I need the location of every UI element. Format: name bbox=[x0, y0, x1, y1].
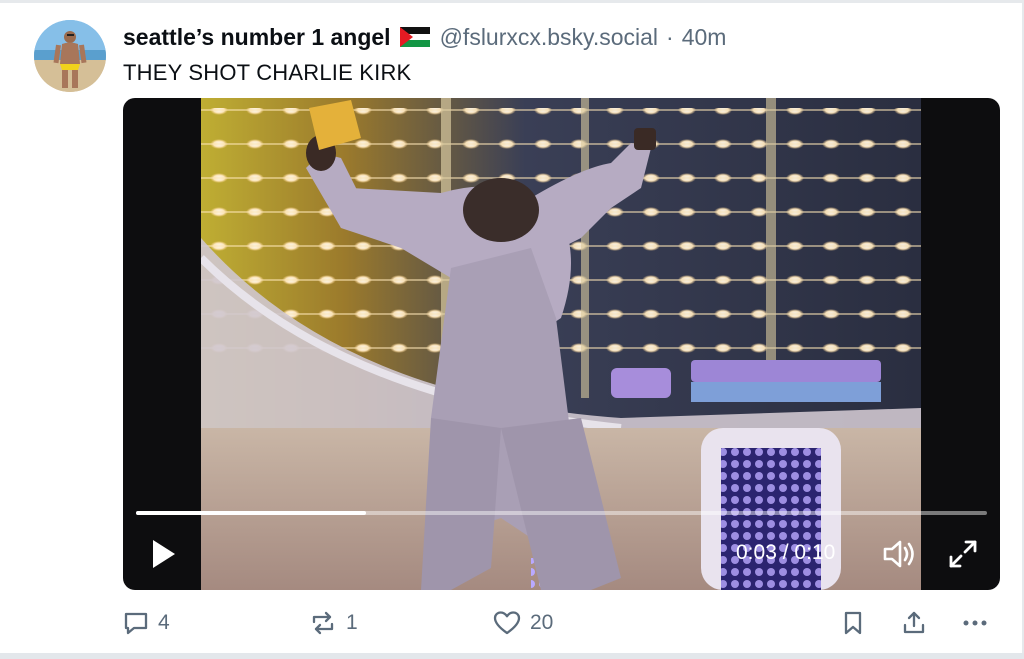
repost-icon bbox=[312, 611, 334, 635]
top-divider bbox=[0, 0, 1024, 3]
like-icon bbox=[493, 611, 521, 635]
post-header: seattle’s number 1 angel @fslurxcx.bsky.… bbox=[123, 22, 726, 52]
duration: 0:10 bbox=[794, 541, 836, 564]
current-time: 0:03 bbox=[736, 541, 777, 564]
avatar[interactable] bbox=[34, 20, 106, 92]
repost-count: 1 bbox=[346, 611, 358, 634]
mute-button[interactable] bbox=[881, 536, 919, 572]
separator-dot: · bbox=[666, 23, 674, 50]
post-text: THEY SHOT CHARLIE KIRK bbox=[123, 60, 412, 85]
reply-icon bbox=[124, 612, 148, 635]
reply-button[interactable]: 4 bbox=[122, 603, 170, 643]
like-button[interactable]: 20 bbox=[492, 603, 553, 643]
display-name[interactable]: seattle’s number 1 angel bbox=[123, 24, 391, 51]
progress-bar[interactable] bbox=[136, 511, 987, 515]
post-actions: 4 1 20 bbox=[0, 603, 1024, 643]
fullscreen-button[interactable] bbox=[945, 536, 981, 572]
play-icon bbox=[153, 540, 175, 568]
palestine-flag-icon bbox=[399, 27, 430, 47]
fullscreen-icon bbox=[949, 540, 977, 568]
share-icon bbox=[903, 611, 925, 634]
reply-count: 4 bbox=[158, 611, 170, 634]
share-button[interactable] bbox=[900, 603, 928, 643]
speaker-icon bbox=[883, 540, 914, 568]
video-player[interactable]: 0:03 / 0:10 bbox=[123, 98, 1000, 590]
user-handle[interactable]: @fslurxcx.bsky.social bbox=[440, 24, 658, 51]
time-display: 0:03 / 0:10 bbox=[736, 541, 835, 565]
play-button[interactable] bbox=[145, 536, 181, 572]
bookmark-icon bbox=[844, 611, 862, 635]
repost-button[interactable]: 1 bbox=[308, 603, 358, 643]
bottom-divider bbox=[0, 653, 1024, 659]
like-count: 20 bbox=[530, 611, 554, 634]
post-timestamp[interactable]: 40m bbox=[682, 24, 727, 51]
progress-fill bbox=[136, 511, 366, 515]
time-separator: / bbox=[776, 541, 795, 564]
more-icon bbox=[963, 620, 987, 626]
video-controls: 0:03 / 0:10 bbox=[123, 98, 1000, 590]
bookmark-button[interactable] bbox=[840, 603, 866, 643]
more-options-button[interactable] bbox=[960, 603, 990, 643]
